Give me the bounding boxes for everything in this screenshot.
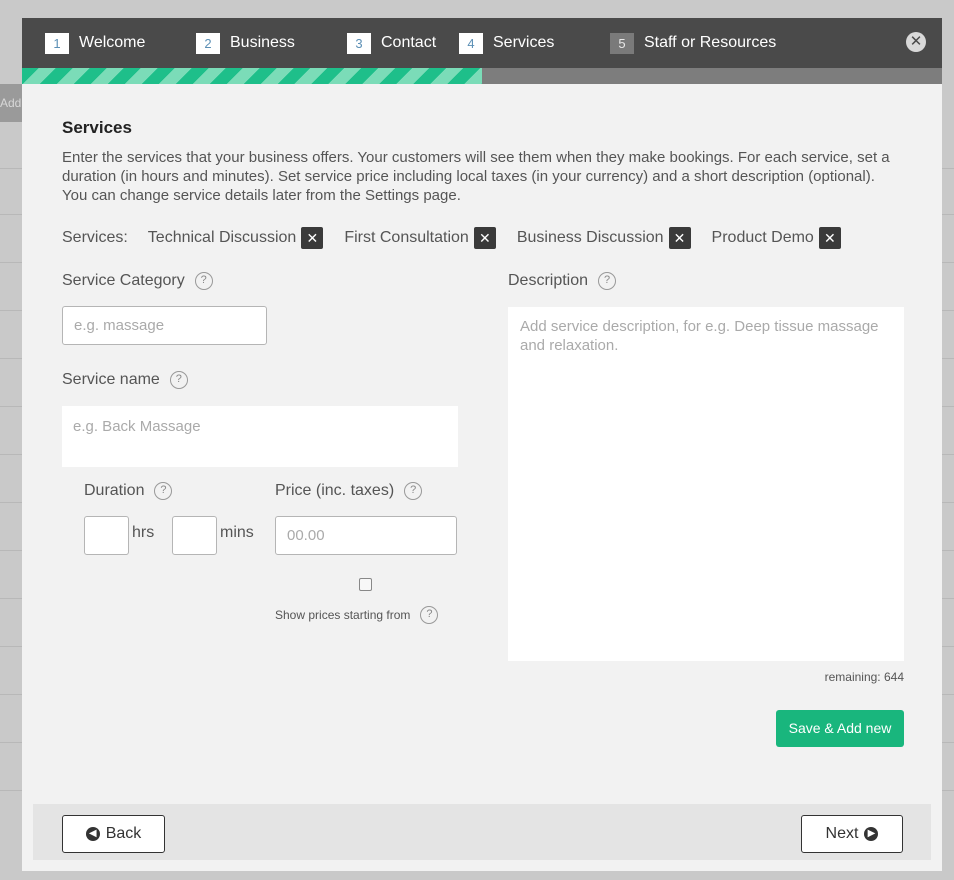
service-tag-label: Business Discussion	[516, 229, 664, 246]
intro-text: Enter the services that your business of…	[62, 149, 890, 204]
step-label: Business	[230, 34, 295, 51]
service-name-placeholder: e.g. Back Massage	[73, 418, 201, 435]
arrow-left-circle-icon: ◀	[85, 827, 100, 841]
help-icon[interactable]: ?	[194, 272, 213, 290]
back-button[interactable]: ◀ Back	[62, 815, 165, 853]
description-label-text: Description	[508, 272, 589, 289]
step-services[interactable]: 4 Services	[459, 32, 554, 54]
price-label-text: Price (inc. taxes)	[275, 482, 395, 499]
description-placeholder: Add service description, for e.g. Deep t…	[520, 318, 879, 354]
price-input[interactable]: 00.00	[275, 516, 457, 555]
setup-wizard-modal: 1 Welcome 2 Business 3 Contact 4 Service…	[22, 18, 942, 871]
remaining-characters: remaining: 644	[824, 670, 904, 684]
background-add-button: Add	[0, 84, 22, 122]
step-welcome[interactable]: 1 Welcome	[45, 32, 145, 54]
wizard-footer: ◀ Back Next ▶	[33, 804, 931, 860]
help-icon[interactable]: ?	[154, 482, 173, 500]
price-placeholder: 00.00	[287, 527, 325, 544]
description-label: Description ?	[508, 272, 617, 290]
service-tag: Business Discussion ✕	[517, 227, 691, 249]
service-tag-label: First Consultation	[344, 229, 469, 246]
service-tag: First Consultation ✕	[344, 227, 496, 249]
show-prices-label-text: Show prices starting from	[275, 608, 411, 622]
back-label: Back	[105, 825, 142, 842]
step-number: 2	[196, 32, 220, 54]
remove-icon[interactable]: ✕	[473, 227, 496, 249]
service-category-placeholder: e.g. massage	[74, 317, 165, 334]
services-list: Services: Technical Discussion ✕ First C…	[62, 226, 862, 250]
next-button[interactable]: Next ▶	[801, 815, 903, 853]
step-label: Services	[493, 34, 555, 51]
service-tag-label: Product Demo	[711, 229, 814, 246]
wizard-progress-fill	[22, 68, 482, 84]
service-tag: Technical Discussion ✕	[148, 227, 324, 249]
step-label: Welcome	[79, 34, 146, 51]
remove-icon[interactable]: ✕	[818, 227, 841, 249]
help-icon[interactable]: ?	[420, 606, 439, 624]
save-and-add-new-button[interactable]: Save & Add new	[776, 710, 904, 747]
duration-hours-input[interactable]	[84, 516, 129, 555]
step-number: 3	[347, 32, 371, 54]
step-label: Staff or Resources	[644, 34, 777, 51]
duration-label: Duration ?	[84, 482, 173, 500]
step-number: 1	[45, 32, 69, 54]
step-number: 5	[610, 32, 634, 54]
duration-minutes-input[interactable]	[172, 516, 217, 555]
minutes-unit: mins	[220, 524, 254, 541]
next-label: Next	[825, 825, 859, 842]
step-staff-or-resources[interactable]: 5 Staff or Resources	[610, 32, 776, 54]
show-prices-starting-from-checkbox[interactable]	[359, 578, 372, 591]
service-tag: Product Demo ✕	[712, 227, 841, 249]
wizard-header: 1 Welcome 2 Business 3 Contact 4 Service…	[22, 18, 942, 68]
help-icon[interactable]: ?	[598, 272, 617, 290]
service-category-input[interactable]: e.g. massage	[62, 306, 267, 345]
service-name-label: Service name ?	[62, 371, 188, 389]
arrow-right-circle-icon: ▶	[864, 827, 879, 841]
page-title: Services	[62, 118, 132, 137]
help-icon[interactable]: ?	[404, 482, 423, 500]
remove-icon[interactable]: ✕	[668, 227, 691, 249]
price-label: Price (inc. taxes) ?	[275, 482, 423, 500]
step-contact[interactable]: 3 Contact	[347, 32, 436, 54]
wizard-progress-bar	[22, 68, 942, 84]
hours-unit: hrs	[132, 524, 155, 541]
close-icon[interactable]: ✕	[906, 32, 926, 52]
service-name-input[interactable]: e.g. Back Massage	[62, 406, 458, 467]
duration-label-text: Duration	[84, 482, 145, 499]
service-tag-label: Technical Discussion	[147, 229, 297, 246]
service-name-label-text: Service name	[62, 371, 160, 388]
services-label: Services:	[62, 229, 128, 246]
step-label: Contact	[381, 34, 437, 51]
remove-icon[interactable]: ✕	[301, 227, 324, 249]
show-prices-starting-from-label: Show prices starting from ?	[275, 606, 439, 624]
service-category-label-text: Service Category	[62, 272, 185, 289]
step-business[interactable]: 2 Business	[196, 32, 295, 54]
service-category-label: Service Category ?	[62, 272, 213, 290]
help-icon[interactable]: ?	[169, 371, 188, 389]
step-number: 4	[459, 32, 483, 54]
description-textarea[interactable]: Add service description, for e.g. Deep t…	[508, 307, 904, 661]
